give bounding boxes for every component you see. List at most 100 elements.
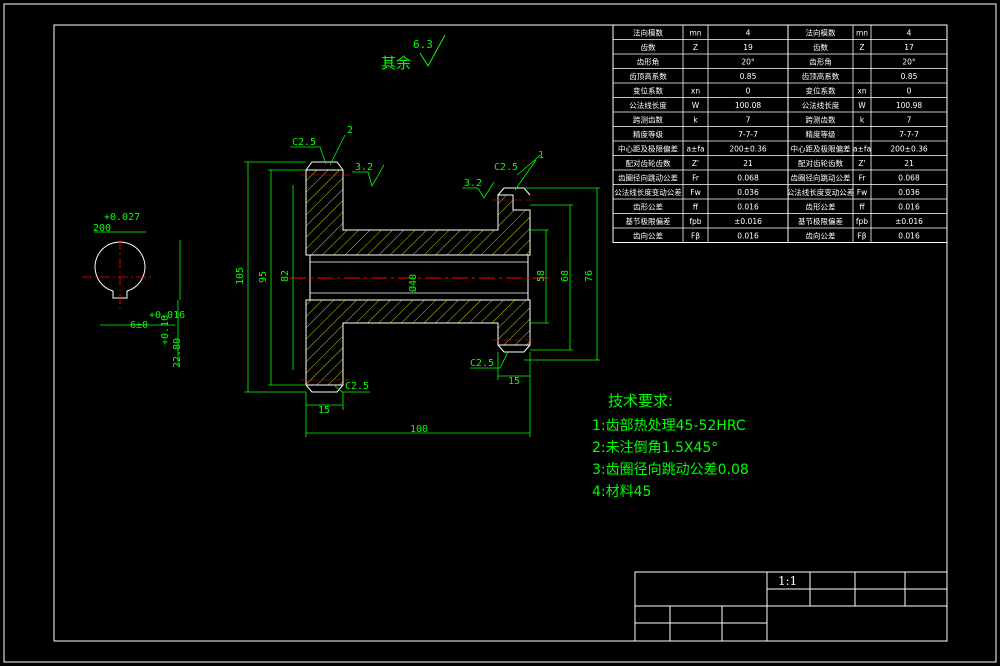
gear-table-cell: 0.036 [737,188,759,197]
roughness-text-1: 3.2 [355,162,373,173]
tech-req-item-1: 1:齿部热处理45-52HRC [592,418,746,434]
gear-table-cell: 齿顶高系数 [629,71,667,81]
gear-table-cell: a±fa [853,144,871,153]
leader-c25-top-left [290,146,327,165]
gear-table-cell: Z' [692,159,699,168]
section-hatch-bottom [305,299,531,386]
gear-table-cell: 0.016 [737,231,759,240]
gear-table-cell: 齿数 [641,42,656,52]
chamfer-text-bottom-right: C2.5 [470,358,494,369]
gear-table-outline [612,24,948,243]
gear-table-cell: W [858,101,866,110]
gear-table-cell: 7-7-7 [899,130,919,139]
gear-table-cell: W [692,101,700,110]
gear-table-cell: 齿形角 [637,56,660,66]
gear-table-cell: 4 [907,28,912,37]
gear-table-cell: Fr [859,173,867,182]
dim-text-d40: Ø40 [407,274,419,292]
gear-table-cell: 精度等级 [633,129,663,139]
gear-table-cell: Z' [858,159,865,168]
gear-table-cell: 20° [741,57,755,66]
key-text-6: 6±0 [130,320,148,331]
gear-table-cell: 100.98 [896,101,922,110]
gear-table-cell: 齿形公差 [806,201,836,211]
roughness-text-2: 3.2 [464,178,482,189]
gear-table-cell: 齿形公差 [633,201,663,211]
gear-parameter-table: 法向模数 mn 4 法向模数 mn 4 齿数 Z 19 齿数 Z 17 齿形角 20° 齿形角 20° 齿顶高系… [612,24,948,243]
gear-table-cell: 齿圈径向跳动公差 [618,172,678,182]
dim-text-105: 105 [235,267,246,285]
gear-table-cell: 0.068 [898,173,920,182]
dim-text-95: 95 [258,271,269,283]
gear-table-cell: a±fa [686,144,704,153]
tech-req-item-2: 2:未注倒角1.5X45° [592,440,718,456]
gear-table-cell: mn [689,28,701,37]
gear-table-cell: 100.08 [735,101,761,110]
technical-requirements: 技术要求: 1:齿部热处理45-52HRC 2:未注倒角1.5X45° 3:齿圈… [592,392,749,500]
dim-text-82: 82 [280,270,291,282]
main-dimension-text: 105 95 82 Ø40 58 68 76 15 15 100 C2.5 C2… [235,125,595,435]
gear-table-cell: 0 [746,86,751,95]
gear-table-cell: 精度等级 [806,129,836,139]
gear-table-cell: 0 [907,86,912,95]
dim-text-100: 100 [410,424,428,435]
gear-table-cell: 齿数 [813,42,828,52]
chamfer-text-top-left: C2.5 [292,137,316,148]
gear-table-cell: 基节极限偏差 [798,216,843,226]
gear-table-cell: 0.016 [898,202,920,211]
gear-table-cell: 公法线长度 [802,100,840,110]
gear-table-cell: 齿向公差 [633,230,663,240]
tech-req-item-4: 4:材料45 [592,484,651,500]
gear-table-cell: 7 [746,115,751,124]
gear-table-cell: 法向模数 [806,27,836,37]
key-text-tol-10: +0.10 [160,315,171,345]
dim-text-68: 68 [560,270,571,282]
gear-table-cell: 21 [904,159,914,168]
gear-table-cell: 公法线长度 [629,100,667,110]
gear-table-cell: 0.036 [898,188,920,197]
gear-table-cell: ±0.016 [895,217,923,226]
gear-table-cell: Fw [857,188,867,197]
gear-table-cell: ff [859,202,865,211]
gear-table-cell: 4 [746,28,751,37]
gear-table-cell: xn [691,86,700,95]
gear-table-cell: 齿向公差 [806,230,836,240]
cad-drawing: 法向模数 mn 4 法向模数 mn 4齿数 Z 19 齿数 Z 17齿形角 20° 齿形角 20°齿顶高系… [3,3,997,663]
leader-balloon-2 [329,134,346,166]
gear-table-cell: 200±0.36 [890,144,928,153]
dim-text-76: 76 [584,270,595,282]
gear-table-cell: Fβ [691,231,700,240]
gear-table-cell: 跨测齿数 [806,114,836,124]
gear-table-cell: 0.016 [737,202,759,211]
gear-table-cell: 19 [743,43,753,52]
key-text-tol-top: +0.027 [104,212,140,223]
gear-table-cell: ±0.016 [734,217,762,226]
gear-table-cell: mn [856,28,868,37]
leader-c25-top-right [516,154,541,176]
gear-table-cell: Fβ [857,231,866,240]
gear-table-cell: 17 [904,43,914,52]
leader-balloon-1 [514,159,537,191]
gear-table-cell: 跨测齿数 [633,114,663,124]
gear-table-cell: fpb [689,217,701,226]
gear-table-cell: 齿形角 [809,56,832,66]
chamfer-text-top-right: C2.5 [494,162,518,173]
gear-table-cell: Z [859,43,864,52]
gear-table-cell: 7-7-7 [738,130,758,139]
gear-table-cell: 0.85 [901,72,918,81]
gear-section-view [290,161,550,393]
key-text-width-top: 200 [93,223,111,234]
gear-table-cell: 0.068 [737,173,759,182]
gear-table-cell: 0.016 [898,231,920,240]
gear-table-cell: k [860,115,865,124]
gear-table-cell: k [693,115,698,124]
gear-table-cell: 配对齿轮齿数 [798,158,843,168]
key-text-2280: 22.80 [172,338,183,368]
gear-table-cell: 齿圈径向跳动公差 [791,172,851,182]
dim-text-15-left: 15 [318,405,330,416]
section-hatch-top [305,169,531,256]
gear-table-cell: 变位系数 [633,85,663,95]
tech-req-item-3: 3:齿圈径向跳动公差0.08 [592,462,749,478]
gear-table-cell: ff [693,202,699,211]
gear-table-cell: Z [693,43,698,52]
